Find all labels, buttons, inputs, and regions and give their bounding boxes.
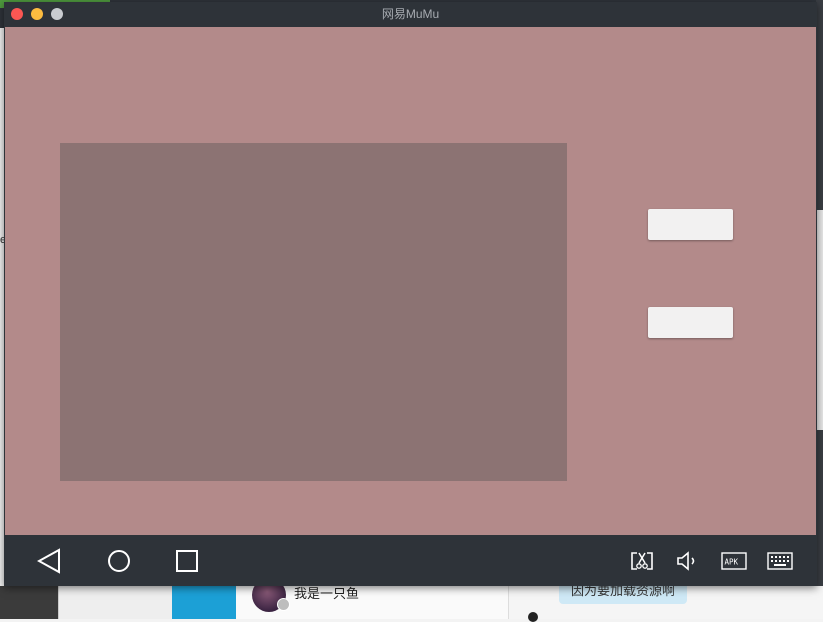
android-screen — [5, 27, 816, 535]
desktop-chat-app: 我是一只鱼 因为要加载资源啊 — [0, 578, 823, 622]
chat-app-panel — [58, 586, 173, 619]
screenshot-cut-icon[interactable] — [628, 535, 656, 586]
apk-icon-text: APK — [725, 557, 739, 566]
emulator-navbar: APK — [4, 535, 817, 586]
chat-app-dark-sidebar — [0, 586, 58, 619]
window-titlebar[interactable]: 网易MuMu — [4, 2, 817, 27]
recents-icon[interactable] — [172, 535, 202, 586]
app-button-2[interactable] — [648, 307, 733, 338]
avatar-small — [528, 612, 538, 622]
clock-icon — [277, 598, 290, 611]
window-title: 网易MuMu — [381, 7, 440, 21]
desktop-right-edge-light — [816, 210, 823, 430]
app-button-1[interactable] — [648, 209, 733, 240]
home-icon[interactable] — [104, 535, 134, 586]
keyboard-icon[interactable] — [766, 535, 794, 586]
chat-app-blue-tab[interactable] — [172, 586, 236, 619]
volume-icon[interactable] — [674, 535, 700, 586]
apk-icon[interactable]: APK — [719, 535, 749, 586]
content-panel — [60, 143, 567, 481]
emulator-window: 网易MuMu APK — [4, 2, 817, 586]
back-icon[interactable] — [34, 535, 64, 586]
